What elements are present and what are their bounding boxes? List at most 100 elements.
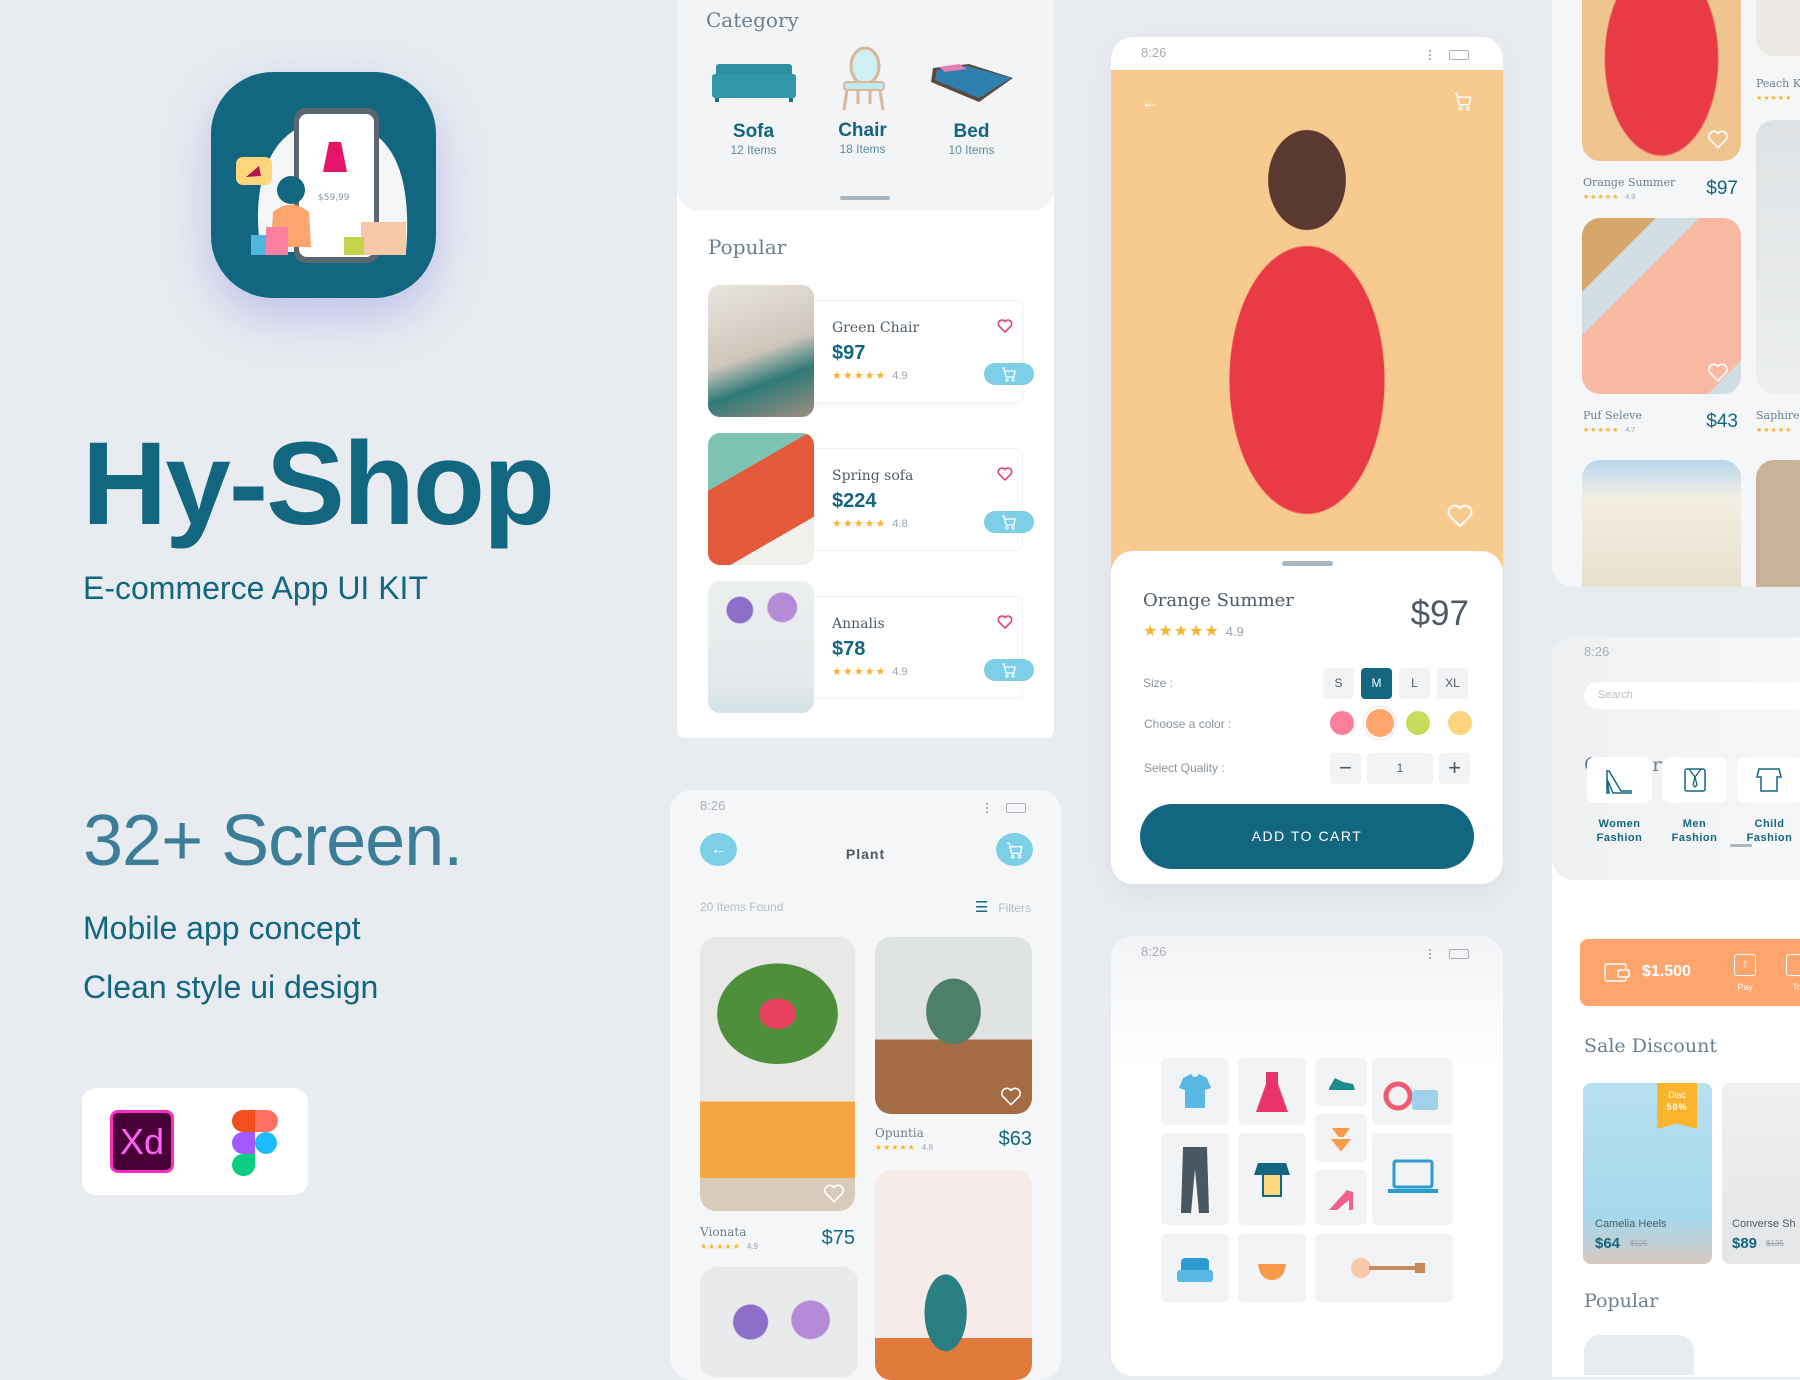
minus-icon[interactable]: −: [1330, 753, 1361, 784]
category-name: Bed: [953, 121, 990, 142]
dress-tile[interactable]: [1238, 1058, 1306, 1125]
product-image[interactable]: [875, 937, 1032, 1114]
product-image[interactable]: [1582, 460, 1741, 587]
sneaker-tile[interactable]: [1315, 1058, 1367, 1106]
product-image[interactable]: [700, 1267, 858, 1377]
product-rating: 4.9: [700, 1242, 758, 1251]
heart-icon[interactable]: [1707, 363, 1729, 382]
product-image[interactable]: [1584, 1335, 1694, 1375]
product-price: $63: [998, 1128, 1032, 1150]
app-icon: $59,99: [211, 72, 436, 298]
product-card[interactable]: Spring sofa $224 4.8: [708, 433, 1034, 565]
wallet-balance: $1.500: [1642, 963, 1691, 980]
heart-icon[interactable]: [1000, 1087, 1022, 1106]
product-image[interactable]: [1582, 218, 1741, 394]
product-image[interactable]: [1756, 460, 1800, 587]
search-input[interactable]: Search: [1584, 682, 1800, 709]
topup-button[interactable]: To: [1786, 954, 1800, 992]
furniture-tile[interactable]: [1161, 1234, 1229, 1302]
heart-icon[interactable]: [997, 319, 1013, 333]
product-price: $75: [821, 1227, 855, 1249]
app-title: Hy-Shop: [82, 418, 555, 550]
cosmetics-tile[interactable]: [1372, 1058, 1453, 1125]
heart-icon[interactable]: [997, 615, 1013, 629]
sale-item-name: Converse Sh: [1732, 1218, 1796, 1230]
quantity-input[interactable]: 1: [1367, 753, 1433, 784]
color-swatch-yellow[interactable]: [1448, 711, 1472, 735]
product-image[interactable]: [1756, 0, 1800, 56]
product-rating: 4.8: [875, 1143, 933, 1152]
sale-card[interactable]: Converse Sh $89 $135: [1722, 1083, 1800, 1264]
add-to-cart-button[interactable]: [984, 511, 1034, 533]
music-tile[interactable]: [1315, 1234, 1453, 1302]
sale-item-name: Camelia Heels: [1595, 1218, 1667, 1230]
size-option[interactable]: XL: [1437, 668, 1468, 699]
product-price: $97: [832, 342, 866, 364]
size-option[interactable]: S: [1323, 668, 1354, 699]
old-price: $135: [1766, 1239, 1784, 1248]
plant-list-screen: 8:26 ← Plant 20 Items Found ☰ Filters Vio…: [670, 790, 1061, 1380]
product-image[interactable]: [1756, 120, 1800, 394]
add-to-cart-button[interactable]: ADD TO CART: [1140, 804, 1474, 869]
cart-icon[interactable]: [1453, 91, 1473, 111]
product-rating: 4.9: [832, 665, 908, 678]
product-name: Orange Summer: [1143, 590, 1294, 611]
stars-icon: [832, 518, 886, 530]
kitchen-tile[interactable]: [1238, 1234, 1306, 1302]
size-option-selected[interactable]: M: [1361, 668, 1392, 699]
category-count: 18 Items: [839, 142, 886, 156]
stars-icon: [1756, 94, 1792, 102]
cart-icon: [1002, 663, 1016, 678]
product-name: Peach Ki: [1756, 77, 1800, 90]
category-label: Fashion: [1746, 832, 1793, 844]
category-name: Chair: [838, 120, 887, 141]
product-image[interactable]: [700, 937, 855, 1211]
size-option[interactable]: L: [1399, 668, 1430, 699]
battery-icon: [1006, 803, 1026, 813]
product-card[interactable]: Annalis $78 4.9: [708, 581, 1034, 713]
category-count: 12 Items: [730, 143, 777, 157]
baby-clothes-tile[interactable]: [1238, 1133, 1306, 1225]
product-card[interactable]: Green Chair $97 4.9: [708, 285, 1034, 417]
laptop-tile[interactable]: [1372, 1133, 1453, 1225]
tshirt-icon: [1179, 1074, 1211, 1108]
bikini-tile[interactable]: [1315, 1114, 1367, 1162]
add-to-cart-button[interactable]: [984, 659, 1034, 681]
product-name: Spring sofa: [832, 468, 914, 484]
pay-button[interactable]: ↑ Pay: [1734, 954, 1756, 992]
cosmetics-icon: [1383, 1081, 1438, 1111]
category-sofa[interactable]: Sofa 12 Items: [707, 58, 800, 178]
jeans-tile[interactable]: [1161, 1133, 1229, 1225]
product-image[interactable]: [875, 1170, 1032, 1380]
product-photo: [1111, 70, 1503, 570]
heart-icon[interactable]: [997, 467, 1013, 481]
heart-icon[interactable]: [1707, 130, 1729, 149]
panel-handle[interactable]: [840, 196, 890, 200]
stars-icon: [1583, 194, 1619, 201]
color-swatch-green[interactable]: [1406, 711, 1430, 735]
heart-icon[interactable]: [1446, 504, 1474, 528]
back-arrow-icon[interactable]: ←: [1141, 92, 1159, 113]
tshirt-tile[interactable]: [1161, 1058, 1229, 1125]
home-screen: 8:26 Search Category WomenFashion MenFas…: [1552, 637, 1800, 1377]
cart-button[interactable]: [996, 833, 1033, 866]
add-to-cart-button[interactable]: [984, 363, 1034, 385]
color-swatch-pink[interactable]: [1330, 711, 1354, 735]
product-image[interactable]: [1582, 0, 1741, 161]
wallet-icon: [1604, 963, 1630, 982]
sale-card[interactable]: Disc 50% Camelia Heels $64 $125: [1583, 1083, 1712, 1264]
category-chair[interactable]: Chair 18 Items: [816, 46, 909, 178]
color-swatch-orange-selected[interactable]: [1366, 709, 1394, 737]
heels-tile[interactable]: [1315, 1170, 1367, 1225]
product-rating: 4.9: [1143, 621, 1244, 641]
baby-clothes-icon: [1737, 757, 1800, 803]
stars-icon: [700, 1242, 741, 1251]
fashion-grid-screen: Orange Summer 4.9 $97 Puf Seleve 4.7 $43…: [1552, 0, 1800, 587]
card-handle[interactable]: [1282, 561, 1333, 566]
guitar-icon: [1351, 1258, 1425, 1278]
plus-icon[interactable]: +: [1439, 753, 1470, 784]
filters-button[interactable]: ☰ Filters: [975, 898, 1031, 916]
heart-icon[interactable]: [823, 1184, 845, 1203]
status-time: 8:26: [1141, 944, 1167, 959]
category-bed[interactable]: Bed 10 Items: [925, 58, 1018, 178]
